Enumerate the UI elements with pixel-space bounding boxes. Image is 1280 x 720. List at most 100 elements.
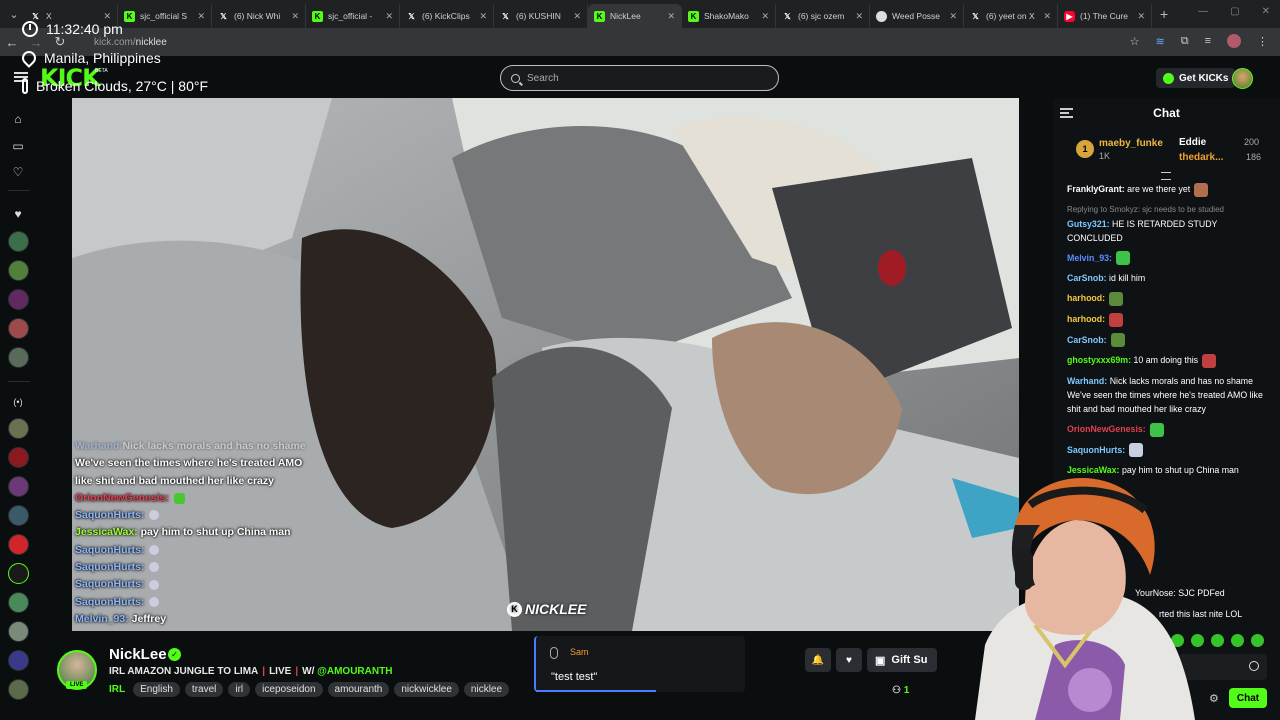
chat-message[interactable]: CarSnob:	[1067, 333, 1272, 348]
home-icon[interactable]: ⌂	[11, 112, 25, 126]
get-kicks-button[interactable]: Get KICKs	[1156, 68, 1236, 88]
browser-tab[interactable]: 𝕏 (6) yeet on X ✕	[964, 4, 1058, 28]
chat-username[interactable]: harhood:	[1067, 293, 1105, 303]
recommended-channel-avatar[interactable]	[8, 650, 29, 671]
recommended-channel-avatar[interactable]	[8, 447, 29, 468]
browser-tab[interactable]: Ksjc_official S ✕	[118, 4, 212, 28]
maximize-icon[interactable]: ▢	[1230, 6, 1239, 17]
browser-tab[interactable]: 𝕏 (6) KickClips ✕	[400, 4, 494, 28]
emote-icon[interactable]	[1231, 634, 1244, 647]
chat-message[interactable]: Replying to Smokyz: sjc needs to be stud…	[1067, 203, 1272, 245]
followed-channel-avatar[interactable]	[8, 260, 29, 281]
bookmark-star-icon[interactable]: ☆	[1130, 35, 1140, 48]
extensions-puzzle-icon[interactable]: ⧉	[1181, 35, 1189, 48]
pinned-expand-icon[interactable]	[1161, 172, 1171, 180]
close-tab-icon[interactable]: ✕	[1137, 11, 1145, 22]
recommended-channel-avatar[interactable]	[8, 621, 29, 642]
leaderboard-name[interactable]: maeby_funke	[1099, 138, 1163, 149]
emoji-picker-icon[interactable]	[1249, 661, 1259, 671]
close-tab-icon[interactable]: ✕	[385, 11, 393, 22]
reading-list-icon[interactable]: ≡	[1205, 35, 1211, 47]
followed-channel-avatar[interactable]	[8, 289, 29, 310]
followed-channel-avatar[interactable]	[8, 347, 29, 368]
stream-tag[interactable]: irl	[228, 682, 251, 697]
streamer-name[interactable]: NickLee	[109, 646, 167, 663]
browser-tab[interactable]: 𝕏 (6) Nick Whi ✕	[212, 4, 306, 28]
chat-username[interactable]: ghostyxxx69m:	[1067, 355, 1131, 365]
chat-message[interactable]: harhood:	[1067, 312, 1272, 327]
recommended-channel-avatar[interactable]	[8, 534, 29, 555]
followed-channel-avatar[interactable]	[8, 318, 29, 339]
video-player[interactable]: Warhand Nick lacks morals and has no sha…	[72, 98, 1019, 631]
minimize-icon[interactable]: —	[1198, 6, 1208, 17]
close-tab-icon[interactable]: ✕	[1043, 11, 1051, 22]
stream-tag[interactable]: nickwicklee	[394, 682, 459, 697]
close-tab-icon[interactable]: ✕	[667, 11, 675, 22]
recommended-channel-avatar[interactable]	[8, 679, 29, 700]
chat-username[interactable]: CarSnob:	[1067, 273, 1107, 283]
follow-heart-button[interactable]: ♥	[836, 648, 862, 672]
chat-username[interactable]: harhood:	[1067, 314, 1105, 324]
recommended-live-icon[interactable]: (•)	[11, 395, 25, 409]
chat-message[interactable]: CarSnob: id kill him	[1067, 271, 1272, 285]
chat-message[interactable]: OrionNewGenesis:	[1067, 422, 1272, 437]
chat-message[interactable]: SaquonHurts:	[1067, 443, 1272, 458]
chat-send-button[interactable]: Chat	[1229, 688, 1267, 708]
chat-username[interactable]: Warhand:	[1067, 376, 1107, 386]
following-icon[interactable]: ♡	[11, 165, 25, 179]
stream-tag[interactable]: nicklee	[463, 682, 510, 697]
chat-username[interactable]: FranklyGrant:	[1067, 184, 1125, 194]
close-tab-icon[interactable]: ✕	[197, 11, 205, 22]
recommended-channel-avatar[interactable]	[8, 563, 29, 584]
search-input[interactable]: Search	[500, 65, 779, 91]
stream-tag[interactable]: iceposeidon	[255, 682, 323, 697]
emote-icon[interactable]	[1251, 634, 1264, 647]
leaderboard-name[interactable]: thedark...	[1179, 152, 1223, 163]
url-field[interactable]: kick.com/nicklee	[94, 37, 167, 48]
close-window-icon[interactable]: ✕	[1262, 6, 1270, 17]
recommended-channel-avatar[interactable]	[8, 418, 29, 439]
mention-link[interactable]: @AMOURANTH	[317, 666, 392, 677]
user-avatar[interactable]	[1232, 68, 1253, 89]
browser-tab[interactable]: Weed Posse ✕	[870, 4, 964, 28]
notification-bell-button[interactable]: 🔔	[805, 648, 831, 672]
browser-tab[interactable]: K ShakoMako ✕	[682, 4, 776, 28]
chat-message[interactable]: Melvin_93:	[1067, 251, 1272, 266]
stream-tag[interactable]: amouranth	[327, 682, 390, 697]
browser-tab[interactable]: 𝕏 (6) sjc ozem ✕	[776, 4, 870, 28]
browser-tab[interactable]: K NickLee ✕	[588, 4, 682, 28]
category-link[interactable]: IRL	[109, 684, 125, 695]
browser-tab[interactable]: Ksjc_official - ✕	[306, 4, 400, 28]
chat-username[interactable]: OrionNewGenesis:	[1067, 424, 1146, 434]
recommended-channel-avatar[interactable]	[8, 592, 29, 613]
chat-message[interactable]: Warhand: Nick lacks morals and has no sh…	[1067, 374, 1272, 416]
close-tab-icon[interactable]: ✕	[479, 11, 487, 22]
close-tab-icon[interactable]: ✕	[855, 11, 863, 22]
chat-message[interactable]: harhood:	[1067, 291, 1272, 307]
new-tab-button[interactable]: +	[1160, 6, 1168, 22]
followed-channel-avatar[interactable]	[8, 231, 29, 252]
leaderboard-name[interactable]: Eddie	[1179, 137, 1206, 148]
close-tab-icon[interactable]: ✕	[949, 11, 957, 22]
chat-message[interactable]: ghostyxxx69m: 10 am doing this	[1067, 353, 1272, 369]
favorites-heart-icon[interactable]: ♥	[11, 207, 25, 221]
recommended-channel-avatar[interactable]	[8, 505, 29, 526]
chat-username[interactable]: CarSnob:	[1067, 335, 1107, 345]
browser-menu-icon[interactable]: ⋮	[1257, 35, 1268, 48]
browse-icon[interactable]: ▭	[11, 139, 25, 153]
browser-tab[interactable]: ▶ (1) The Cure ✕	[1058, 4, 1152, 28]
close-tab-icon[interactable]: ✕	[761, 11, 769, 22]
recommended-channel-avatar[interactable]	[8, 476, 29, 497]
close-tab-icon[interactable]: ✕	[103, 11, 111, 22]
chat-username[interactable]: Melvin_93:	[1067, 253, 1112, 263]
back-icon[interactable]: ←	[0, 35, 24, 50]
browser-tab[interactable]: 𝕏 (6) KUSHIN ✕	[494, 4, 588, 28]
close-tab-icon[interactable]: ✕	[291, 11, 299, 22]
close-tab-icon[interactable]: ✕	[573, 11, 581, 22]
tab-search-icon[interactable]: ⌄	[4, 4, 24, 24]
chat-username[interactable]: SaquonHurts:	[1067, 445, 1125, 455]
profile-avatar[interactable]	[1227, 34, 1241, 48]
stream-tag[interactable]: travel	[184, 682, 224, 697]
stream-tag[interactable]: English	[133, 682, 180, 697]
chat-message[interactable]: FranklyGrant: are we there yet	[1067, 182, 1272, 197]
